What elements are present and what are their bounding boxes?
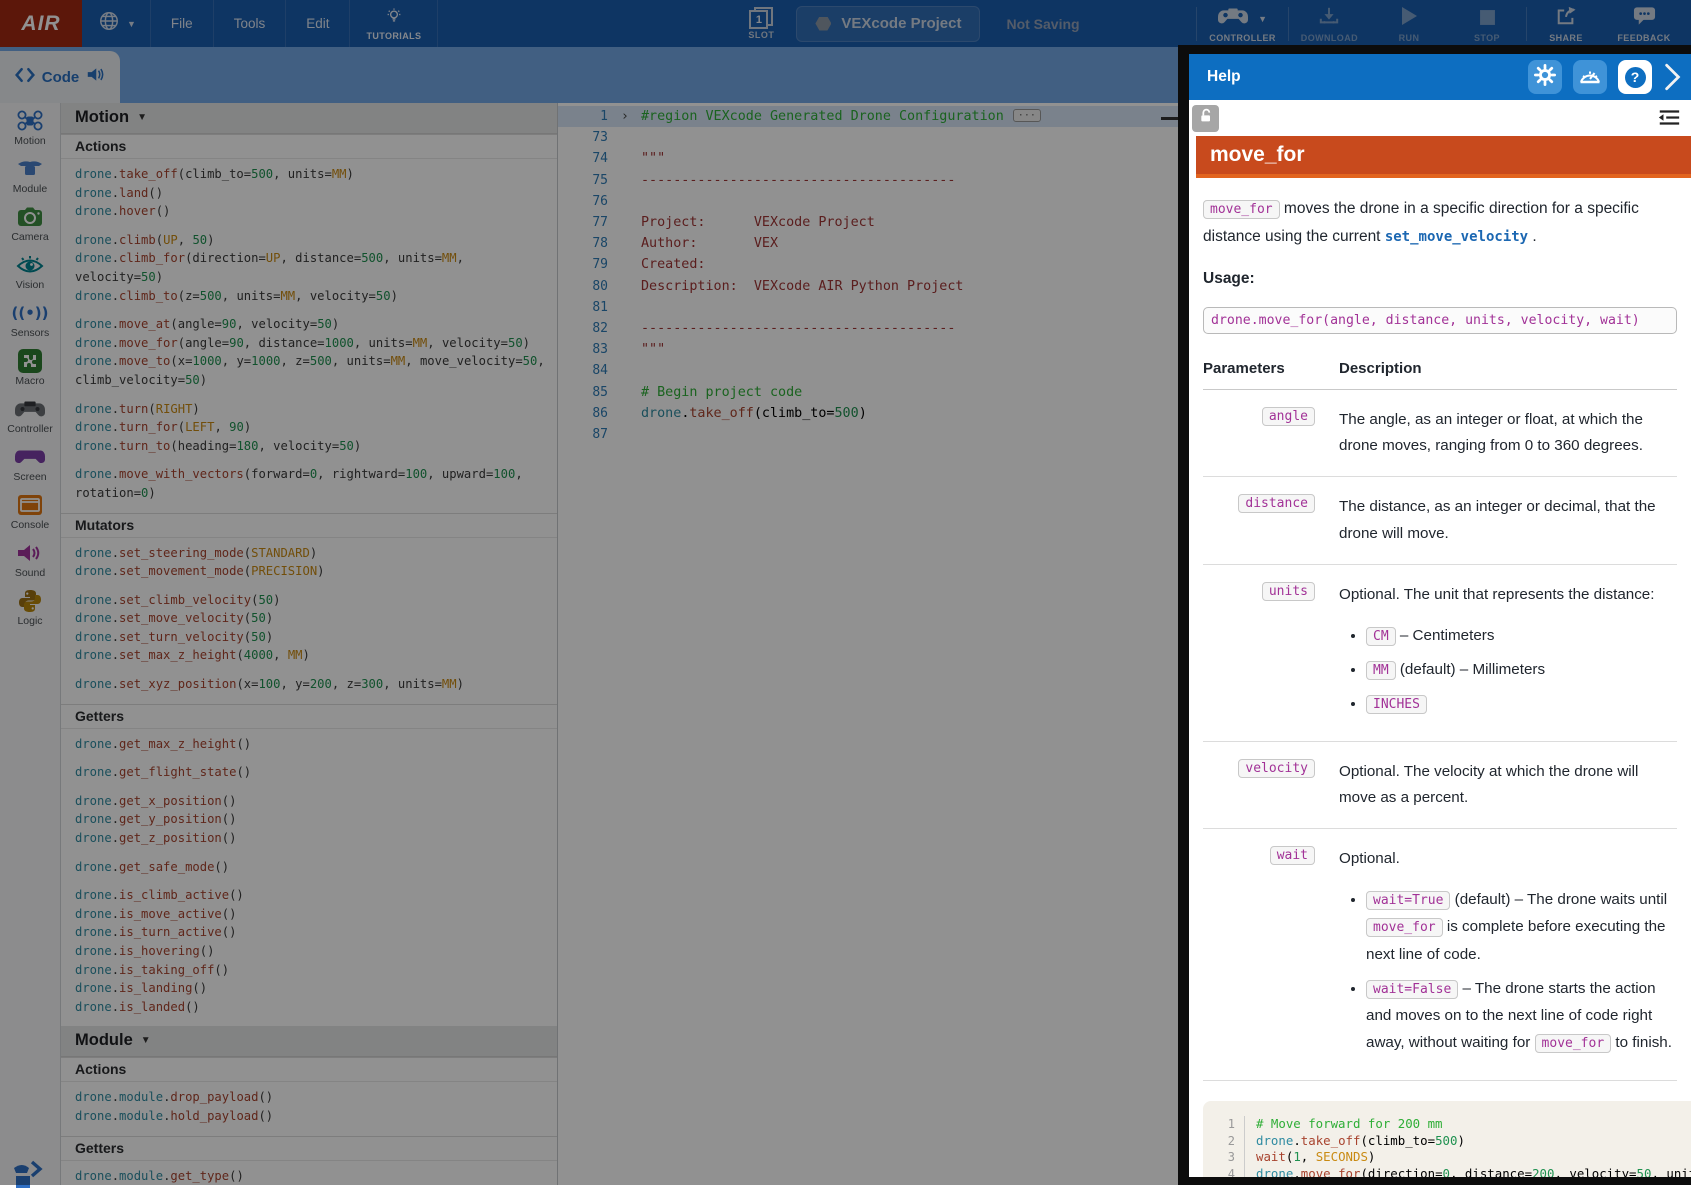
command-banner: move_for xyxy=(1196,136,1691,178)
command-title: move_for xyxy=(1196,143,1305,167)
description-text: Optional. The velocity at which the dron… xyxy=(1339,759,1677,811)
example-code-line: 3wait(1, SECONDS) xyxy=(1203,1149,1691,1166)
parameter-name-cell: distance xyxy=(1203,494,1315,546)
example-line-text: drone.move_for(direction=0, distance=200… xyxy=(1245,1166,1691,1177)
parameters-column-header: Parameters xyxy=(1203,360,1315,377)
code-chip: move_for xyxy=(1366,918,1443,937)
code-chip: CM xyxy=(1366,627,1396,646)
parameter-row: velocity Optional. The velocity at which … xyxy=(1203,742,1677,829)
description-bullets: CM – Centimeters MM (default) – Millimete… xyxy=(1366,622,1677,717)
example-line-number: 4 xyxy=(1203,1166,1245,1177)
collapse-panel-button[interactable] xyxy=(1661,62,1683,92)
parameter-row: units Optional. The unit that represents … xyxy=(1203,565,1677,742)
command-description: move_for moves the drone in a specific d… xyxy=(1203,195,1677,250)
description-text: Optional. xyxy=(1339,846,1677,872)
parameter-description: Optional. The velocity at which the dron… xyxy=(1339,759,1677,811)
description-text: Optional. The unit that represents the d… xyxy=(1339,582,1677,608)
code-chip: INCHES xyxy=(1366,695,1427,714)
example-line-number: 3 xyxy=(1203,1149,1245,1166)
description-text: The distance, as an integer or decimal, … xyxy=(1339,494,1677,546)
help-panel: Help ? xyxy=(1178,45,1691,1185)
gear-icon xyxy=(1534,64,1556,91)
unlock-icon xyxy=(1198,108,1214,129)
parameter-name-cell: velocity xyxy=(1203,759,1315,811)
example-code-line: 1# Move forward for 200 mm xyxy=(1203,1116,1691,1133)
description-column-header: Description xyxy=(1339,360,1677,377)
question-icon: ? xyxy=(1625,67,1646,88)
example-line-text: wait(1, SECONDS) xyxy=(1245,1149,1375,1166)
parameter-name-cell: units xyxy=(1203,582,1315,724)
command-link[interactable]: set_move_velocity xyxy=(1385,229,1528,245)
bullet-item: wait=True (default) – The drone waits un… xyxy=(1366,886,1677,967)
parameter-description: The distance, as an integer or decimal, … xyxy=(1339,494,1677,546)
parameter-row: wait Optional. wait=True (default) – The d… xyxy=(1203,829,1677,1080)
bullet-item: wait=False – The drone starts the action… xyxy=(1366,975,1677,1056)
bullet-item: CM – Centimeters xyxy=(1366,622,1677,649)
parameter-name-cell: angle xyxy=(1203,407,1315,459)
help-title: Help xyxy=(1207,68,1241,86)
code-chip: wait=True xyxy=(1366,891,1450,910)
parameters-table: Parameters Description angle The angle, as … xyxy=(1203,360,1677,1081)
parameter-chip: units xyxy=(1262,582,1315,601)
bullet-item: MM (default) – Millimeters xyxy=(1366,656,1677,683)
help-header: Help ? xyxy=(1189,54,1691,100)
gauge-icon xyxy=(1578,65,1602,90)
parameter-description: Optional. wait=True (default) – The drone… xyxy=(1339,846,1677,1062)
help-toolbar xyxy=(1189,100,1691,136)
parameter-chip: distance xyxy=(1238,494,1315,513)
parameter-name-cell: wait xyxy=(1203,846,1315,1062)
example-code-block: 1# Move forward for 200 mm2drone.take_of… xyxy=(1203,1101,1691,1177)
example-code-line: 4drone.move_for(direction=0, distance=20… xyxy=(1203,1166,1691,1177)
example-line-number: 1 xyxy=(1203,1116,1245,1133)
parameter-chip: wait xyxy=(1270,846,1315,865)
code-chip: move_for xyxy=(1203,200,1280,219)
bullet-item: INCHES xyxy=(1366,690,1677,717)
code-chip: wait=False xyxy=(1366,980,1458,999)
code-chip: MM xyxy=(1366,661,1396,680)
parameter-row: distance The distance, as an integer or d… xyxy=(1203,477,1677,564)
description-bullets: wait=True (default) – The drone waits un… xyxy=(1366,886,1677,1055)
parameter-row: angle The angle, as an integer or float, … xyxy=(1203,390,1677,477)
panel-resize-handle[interactable] xyxy=(1161,117,1179,120)
parameter-chip: velocity xyxy=(1238,759,1315,778)
unlock-button[interactable] xyxy=(1192,105,1219,132)
parameter-description: The angle, as an integer or float, at wh… xyxy=(1339,407,1677,459)
help-toggle-button[interactable]: ? xyxy=(1618,60,1652,94)
description-text: The angle, as an integer or float, at wh… xyxy=(1339,407,1677,459)
parameters-table-header: Parameters Description xyxy=(1203,360,1677,390)
usage-label: Usage: xyxy=(1203,270,1677,288)
help-content: move_for move_for moves the drone in a s… xyxy=(1189,136,1691,1177)
example-line-number: 2 xyxy=(1203,1133,1245,1150)
code-chip: move_for xyxy=(1535,1034,1612,1053)
dashboard-button[interactable] xyxy=(1573,60,1607,94)
settings-button[interactable] xyxy=(1528,60,1562,94)
example-code-line: 2drone.take_off(climb_to=500) xyxy=(1203,1133,1691,1150)
example-line-text: # Move forward for 200 mm xyxy=(1245,1116,1443,1133)
usage-code: drone.move_for(angle, distance, units, v… xyxy=(1203,307,1677,334)
example-line-text: drone.take_off(climb_to=500) xyxy=(1245,1133,1465,1150)
outdent-icon[interactable] xyxy=(1657,108,1681,128)
parameter-chip: angle xyxy=(1262,407,1315,426)
parameter-description: Optional. The unit that represents the d… xyxy=(1339,582,1677,724)
